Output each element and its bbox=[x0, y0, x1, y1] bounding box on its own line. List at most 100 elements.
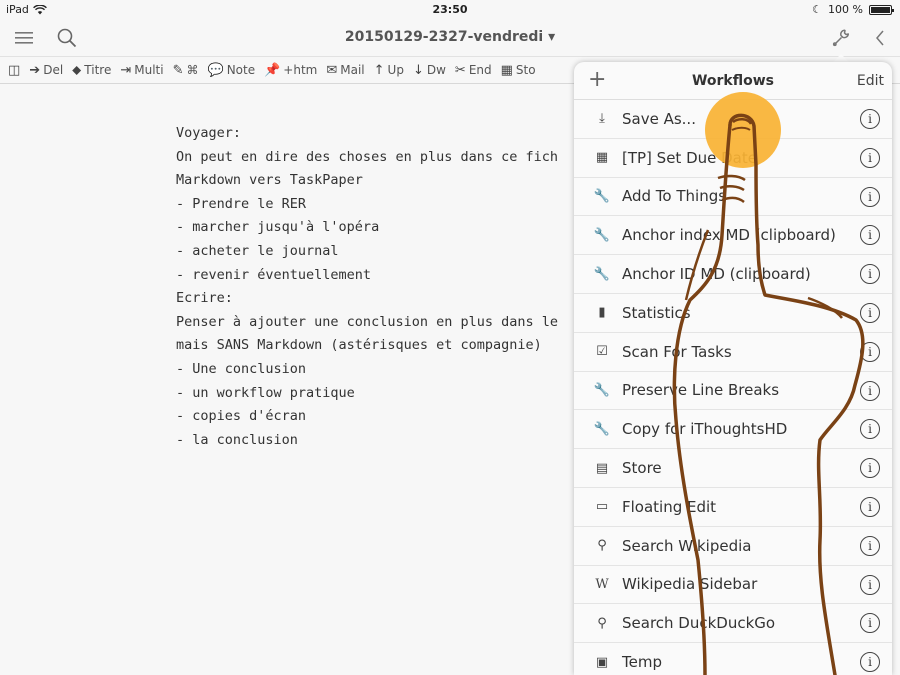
workflow-item-label: Anchor ID MD (clipboard) bbox=[622, 265, 811, 284]
workflow-item-label: Anchor index MD (clipboard) bbox=[622, 226, 836, 245]
editor-line: Penser à ajouter une conclusion en plus … bbox=[176, 313, 559, 330]
workflow-item-label: Search DuckDuckGo bbox=[622, 614, 776, 633]
toolbar-button-multi[interactable]: ⇥ Multi bbox=[120, 63, 163, 78]
tag-icon: ⬥ bbox=[72, 62, 82, 78]
cash-register-icon: ▤ bbox=[595, 460, 609, 476]
toolbar-button-up[interactable]: ↑ Up bbox=[374, 63, 404, 78]
toolbar-button-label: Del bbox=[43, 63, 64, 77]
toolbar-button-mail[interactable]: ✉ Mail bbox=[326, 63, 364, 78]
workflow-item-label: Store bbox=[622, 459, 662, 478]
download-icon: ⤓ bbox=[599, 111, 605, 127]
touch-indicator bbox=[705, 92, 781, 168]
info-icon[interactable]: i bbox=[860, 458, 880, 479]
info-icon[interactable]: i bbox=[860, 225, 880, 246]
info-icon[interactable]: i bbox=[860, 535, 880, 556]
info-icon[interactable]: i bbox=[860, 341, 880, 362]
export-icon: ⇥ bbox=[120, 62, 132, 78]
workflow-item[interactable]: 🔧 Preserve Line Breaks i bbox=[574, 372, 892, 411]
comment-icon: ▭ bbox=[595, 499, 609, 515]
edit-workflows-button[interactable]: Edit bbox=[857, 73, 884, 89]
register-icon: ▦ bbox=[500, 62, 513, 78]
info-icon[interactable]: i bbox=[860, 574, 880, 595]
text-editor[interactable]: Voyager: On peut en dire des choses en pl… bbox=[176, 122, 558, 452]
workflow-item[interactable]: 🔧 Anchor index MD (clipboard) i bbox=[574, 216, 892, 256]
editor-line: - un workflow pratique bbox=[176, 384, 355, 401]
workflow-item[interactable]: 🔧 Anchor ID MD (clipboard) i bbox=[574, 255, 892, 294]
info-icon[interactable]: i bbox=[860, 264, 880, 285]
info-icon[interactable]: i bbox=[860, 496, 880, 517]
battery-icon bbox=[869, 4, 894, 15]
toolbar-button-label: +htm bbox=[283, 63, 318, 77]
toolbar-button-label: Up bbox=[387, 63, 404, 77]
status-bar: iPad 23:50 ☾ 100 % bbox=[0, 0, 900, 20]
checklist-icon: ☑ bbox=[596, 344, 608, 360]
wrench-icon: 🔧 bbox=[593, 421, 611, 437]
info-icon[interactable]: i bbox=[860, 109, 880, 129]
workflow-item-label: Save As... bbox=[622, 109, 696, 128]
editor-line: - la conclusion bbox=[176, 431, 298, 448]
workflow-item[interactable]: ⚲ Search Wikipedia i bbox=[574, 527, 892, 566]
workflow-item[interactable]: ▣ Temp i bbox=[574, 643, 892, 675]
workflow-item-label: Floating Edit bbox=[622, 497, 717, 516]
workflow-item-label: Preserve Line Breaks bbox=[622, 381, 780, 400]
mail-icon: ✉ bbox=[326, 62, 338, 78]
workflows-button[interactable] bbox=[826, 24, 856, 52]
toolbar-button-note[interactable]: 💬 Note bbox=[208, 63, 256, 78]
arrow-down-icon: ↓ bbox=[412, 62, 424, 78]
editor-line: Voyager: bbox=[176, 125, 242, 141]
toolbar-button-dw[interactable]: ↓ Dw bbox=[413, 63, 446, 78]
workflow-item[interactable]: ⚲ Search DuckDuckGo i bbox=[574, 604, 892, 644]
workflow-item[interactable]: ▮ Statistics i bbox=[574, 294, 892, 333]
back-button[interactable] bbox=[865, 24, 895, 52]
workflow-item-label: Add To Things bbox=[622, 187, 727, 206]
nav-bar: 20150129-2327-vendredi ▾ bbox=[0, 20, 900, 56]
status-time: 23:50 bbox=[432, 3, 468, 16]
moon-icon: ☾ bbox=[812, 3, 823, 16]
workflow-item[interactable]: ☑ Scan For Tasks i bbox=[574, 333, 892, 372]
toolbar-button-label: Mail bbox=[340, 63, 365, 77]
comment-icon: 💬 bbox=[207, 62, 224, 78]
info-icon[interactable]: i bbox=[860, 419, 880, 440]
edit-icon: ✎ bbox=[172, 62, 184, 78]
wrench-icon: 🔧 bbox=[593, 227, 611, 243]
info-icon[interactable]: i bbox=[860, 380, 880, 401]
workflow-item[interactable]: ▤ Store i bbox=[574, 449, 892, 488]
toolbar-button-label: Dw bbox=[426, 63, 446, 77]
toolbar-button-end[interactable]: ✂ End bbox=[455, 63, 492, 78]
search-icon: ⚲ bbox=[597, 538, 607, 554]
toolbar-button-label: End bbox=[468, 63, 492, 77]
pin-icon: 📌 bbox=[264, 62, 281, 78]
toolbar-button-sto[interactable]: ▦ Sto bbox=[501, 63, 536, 78]
status-right: ☾ 100 % bbox=[812, 3, 894, 16]
toolbar-button-titre[interactable]: ⬥ Titre bbox=[72, 63, 111, 78]
workflow-item-label: Wikipedia Sidebar bbox=[622, 575, 758, 594]
toolbar-button--[interactable]: ✎ ⌘ bbox=[173, 63, 199, 78]
search-icon: ⚲ bbox=[597, 615, 607, 631]
chevron-left-icon bbox=[876, 30, 884, 46]
toolbar-button-label: ⌘ bbox=[186, 63, 199, 77]
workflow-item-label: Search Wikipedia bbox=[622, 536, 752, 555]
editor-line: On peut en dire des choses en plus dans … bbox=[176, 148, 559, 165]
battery-percent: 100 % bbox=[828, 3, 863, 16]
editor-line: - acheter le journal bbox=[176, 242, 339, 259]
info-icon[interactable]: i bbox=[860, 302, 880, 323]
info-icon[interactable]: i bbox=[860, 613, 880, 634]
workflow-item[interactable]: 🔧 Copy for iThoughtsHD i bbox=[574, 410, 892, 450]
book-icon: ◫ bbox=[8, 62, 21, 78]
toolbar-button-del[interactable]: ➔ Del bbox=[29, 63, 63, 78]
arrow-up-icon: ↑ bbox=[373, 62, 385, 78]
toolbar-button-book[interactable]: ◫ bbox=[8, 63, 20, 78]
workflow-item[interactable]: W Wikipedia Sidebar i bbox=[574, 566, 892, 605]
workflow-item[interactable]: 🔧 Add To Things i bbox=[574, 178, 892, 217]
document-title[interactable]: 20150129-2327-vendredi ▾ bbox=[0, 29, 900, 45]
workflow-item[interactable]: ▭ Floating Edit i bbox=[574, 488, 892, 527]
info-icon[interactable]: i bbox=[860, 186, 880, 207]
clipboard-icon: ▣ bbox=[595, 654, 609, 670]
toolbar-button--htm[interactable]: 📌 +htm bbox=[264, 63, 317, 78]
arrow-circle-icon: ➔ bbox=[29, 62, 41, 78]
editor-line: Ecrire: bbox=[176, 290, 233, 307]
wrench-icon: 🔧 bbox=[593, 382, 611, 398]
toolbar-button-label: Titre bbox=[84, 63, 112, 77]
info-icon[interactable]: i bbox=[860, 652, 880, 673]
info-icon[interactable]: i bbox=[860, 147, 880, 168]
